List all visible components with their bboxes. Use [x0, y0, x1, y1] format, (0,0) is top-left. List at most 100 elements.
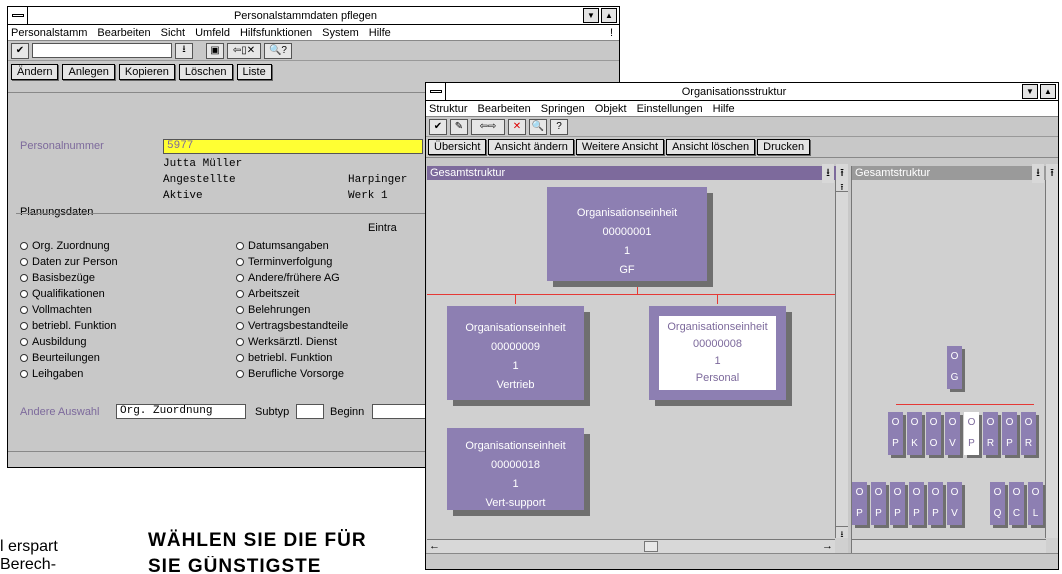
check-icon[interactable]: ✔ [429, 118, 447, 135]
mini-org-node[interactable]: OK [907, 412, 922, 455]
radio-vertragsbestandteile[interactable]: Vertragsbestandteile [236, 320, 348, 332]
menu-hilfsfunktionen[interactable]: Hilfsfunktionen [240, 27, 312, 39]
menu-hilfe[interactable]: Hilfe [713, 103, 735, 115]
drucken-button[interactable]: Drucken [757, 139, 811, 155]
radio-qualifikationen[interactable]: Qualifikationen [20, 288, 105, 300]
radio-org-zuordnung[interactable]: Org. Zuordnung [20, 240, 110, 252]
uebersicht-button[interactable]: Übersicht [428, 139, 487, 155]
right-horizontal-scrollbar[interactable] [852, 539, 1046, 553]
mini-org-node[interactable]: OP [888, 412, 903, 455]
radio-leihgaben[interactable]: Leihgaben [20, 368, 83, 380]
mini-org-node[interactable]: OL [1028, 482, 1043, 525]
menu-bearbeiten[interactable]: Bearbeiten [478, 103, 531, 115]
radio-arbeitszeit[interactable]: Arbeitszeit [236, 288, 299, 300]
save-icon[interactable]: ▣ [206, 42, 224, 59]
radio-terminverfolgung[interactable]: Terminverfolgung [236, 256, 332, 268]
org-unit-vert-support[interactable]: Organisationseinheit 00000018 1 Vert-suppor… [447, 428, 584, 510]
ansicht-aendern-button[interactable]: Ansicht ändern [488, 139, 574, 155]
left-vertical-scrollbar[interactable]: ⭱ ⭳ [835, 180, 848, 539]
mini-org-node[interactable]: OO [926, 412, 941, 455]
mini-org-node[interactable]: OP [928, 482, 943, 525]
mini-org-node[interactable]: OG [947, 346, 962, 389]
cancel-icon[interactable]: ✕ [508, 118, 526, 135]
menu-bearbeiten[interactable]: Bearbeiten [97, 27, 150, 39]
back-icon[interactable]: ⇦▯✕ [227, 42, 261, 59]
minimize-icon[interactable]: ▼ [1022, 84, 1038, 99]
ansicht-loeschen-button[interactable]: Ansicht löschen [666, 139, 756, 155]
menu-objekt[interactable]: Objekt [595, 103, 627, 115]
anlegen-button[interactable]: Anlegen [62, 64, 115, 80]
subtyp-field[interactable] [296, 404, 324, 419]
radio-berufliche-vorsorge[interactable]: Berufliche Vorsorge [236, 368, 344, 380]
mini-org-node[interactable]: OP [1002, 412, 1017, 455]
toolbar: ✔ ⭳ ▣ ⇦▯✕ 🔍? [8, 41, 619, 61]
menu-hilfe[interactable]: Hilfe [369, 27, 391, 39]
radio-beurteilungen[interactable]: Beurteilungen [20, 352, 100, 364]
scroll-up-icon[interactable]: ⭱ [836, 180, 848, 192]
mini-org-node[interactable]: OP [909, 482, 924, 525]
loeschen-button[interactable]: Löschen [178, 64, 233, 80]
beginn-field[interactable] [372, 404, 432, 419]
menu-system[interactable]: System [322, 27, 359, 39]
org-unit-vertrieb[interactable]: Organisationseinheit 00000009 1 Vertrieb [447, 306, 584, 400]
radio-betriebl-funktion[interactable]: betriebl. Funktion [20, 320, 116, 332]
find-icon[interactable]: 🔍 [529, 118, 547, 135]
radio-betriebl-funktion-2[interactable]: betriebl. Funktion [236, 352, 332, 364]
dropdown-arrow-icon[interactable]: ⭳ [175, 42, 193, 59]
radio-werksaerztl-dienst[interactable]: Werksärztl. Dienst [236, 336, 337, 348]
mini-org-node[interactable]: OP [890, 482, 905, 525]
liste-button[interactable]: Liste [236, 64, 272, 80]
edit-icon[interactable]: ✎ [450, 118, 468, 135]
radio-andere-fruehere-ag[interactable]: Andere/frühere AG [236, 272, 340, 284]
scroll-thumb[interactable] [644, 541, 658, 552]
right-vertical-scrollbar[interactable] [1045, 180, 1058, 538]
menu-springen[interactable]: Springen [541, 103, 585, 115]
system-menu-icon[interactable] [426, 83, 446, 100]
mini-org-node[interactable]: OR [1021, 412, 1036, 455]
mini-org-node[interactable]: OP [871, 482, 886, 525]
command-field[interactable] [32, 43, 172, 58]
page-text-left-1: l erspart [0, 538, 58, 555]
mini-org-node[interactable]: OP [852, 482, 867, 525]
radio-basisbezuege[interactable]: Basisbezüge [20, 272, 95, 284]
mini-org-node[interactable]: OP [964, 412, 979, 455]
org-unit-personal[interactable]: Organisationseinheit 00000008 1 Personal [649, 306, 786, 400]
right-pane-header: Gesamtstruktur ⭳ ⭱ [852, 163, 1058, 183]
kopieren-button[interactable]: Kopieren [118, 64, 175, 80]
back-icon[interactable]: ⇦⇨ [471, 118, 505, 135]
mini-org-node[interactable]: OV [945, 412, 960, 455]
radio-daten-zur-person[interactable]: Daten zur Person [20, 256, 118, 268]
scroll-right-icon[interactable]: → [822, 540, 833, 552]
radio-belehrungen[interactable]: Belehrungen [236, 304, 310, 316]
mini-org-node[interactable]: OC [1009, 482, 1024, 525]
pane-down-icon[interactable]: ⭳ [1032, 163, 1044, 183]
maximize-icon[interactable]: ▲ [601, 8, 617, 23]
mini-org-node[interactable]: OQ [990, 482, 1005, 525]
menu-personalstamm[interactable]: Personalstamm [11, 27, 87, 39]
menu-struktur[interactable]: Struktur [429, 103, 468, 115]
find-icon[interactable]: 🔍? [264, 42, 292, 59]
left-horizontal-scrollbar[interactable]: ← → [427, 539, 835, 553]
help-icon[interactable]: ? [550, 118, 568, 135]
scroll-down-icon[interactable]: ⭳ [836, 526, 848, 539]
radio-datumsangaben[interactable]: Datumsangaben [236, 240, 329, 252]
page-heading-1: WÄHLEN SIE DIE FÜR [148, 530, 367, 551]
andere-auswahl-field[interactable]: Org. Zuordnung [116, 404, 246, 419]
mini-org-node[interactable]: OR [983, 412, 998, 455]
org-unit-gf[interactable]: Organisationseinheit 00000001 1 GF [547, 187, 707, 281]
check-icon[interactable]: ✔ [11, 42, 29, 59]
radio-vollmachten[interactable]: Vollmachten [20, 304, 92, 316]
menu-umfeld[interactable]: Umfeld [195, 27, 230, 39]
personalnummer-field[interactable]: 5977 [163, 139, 423, 154]
menu-einstellungen[interactable]: Einstellungen [637, 103, 703, 115]
aendern-button[interactable]: Ändern [11, 64, 59, 80]
menu-sicht[interactable]: Sicht [161, 27, 185, 39]
minimize-icon[interactable]: ▼ [583, 8, 599, 23]
radio-ausbildung[interactable]: Ausbildung [20, 336, 86, 348]
scroll-left-icon[interactable]: ← [429, 540, 440, 552]
pane-down-icon[interactable]: ⭳ [822, 163, 834, 183]
system-menu-icon[interactable] [8, 7, 28, 24]
weitere-ansicht-button[interactable]: Weitere Ansicht [575, 139, 665, 155]
mini-org-node[interactable]: OV [947, 482, 962, 525]
maximize-icon[interactable]: ▲ [1040, 84, 1056, 99]
